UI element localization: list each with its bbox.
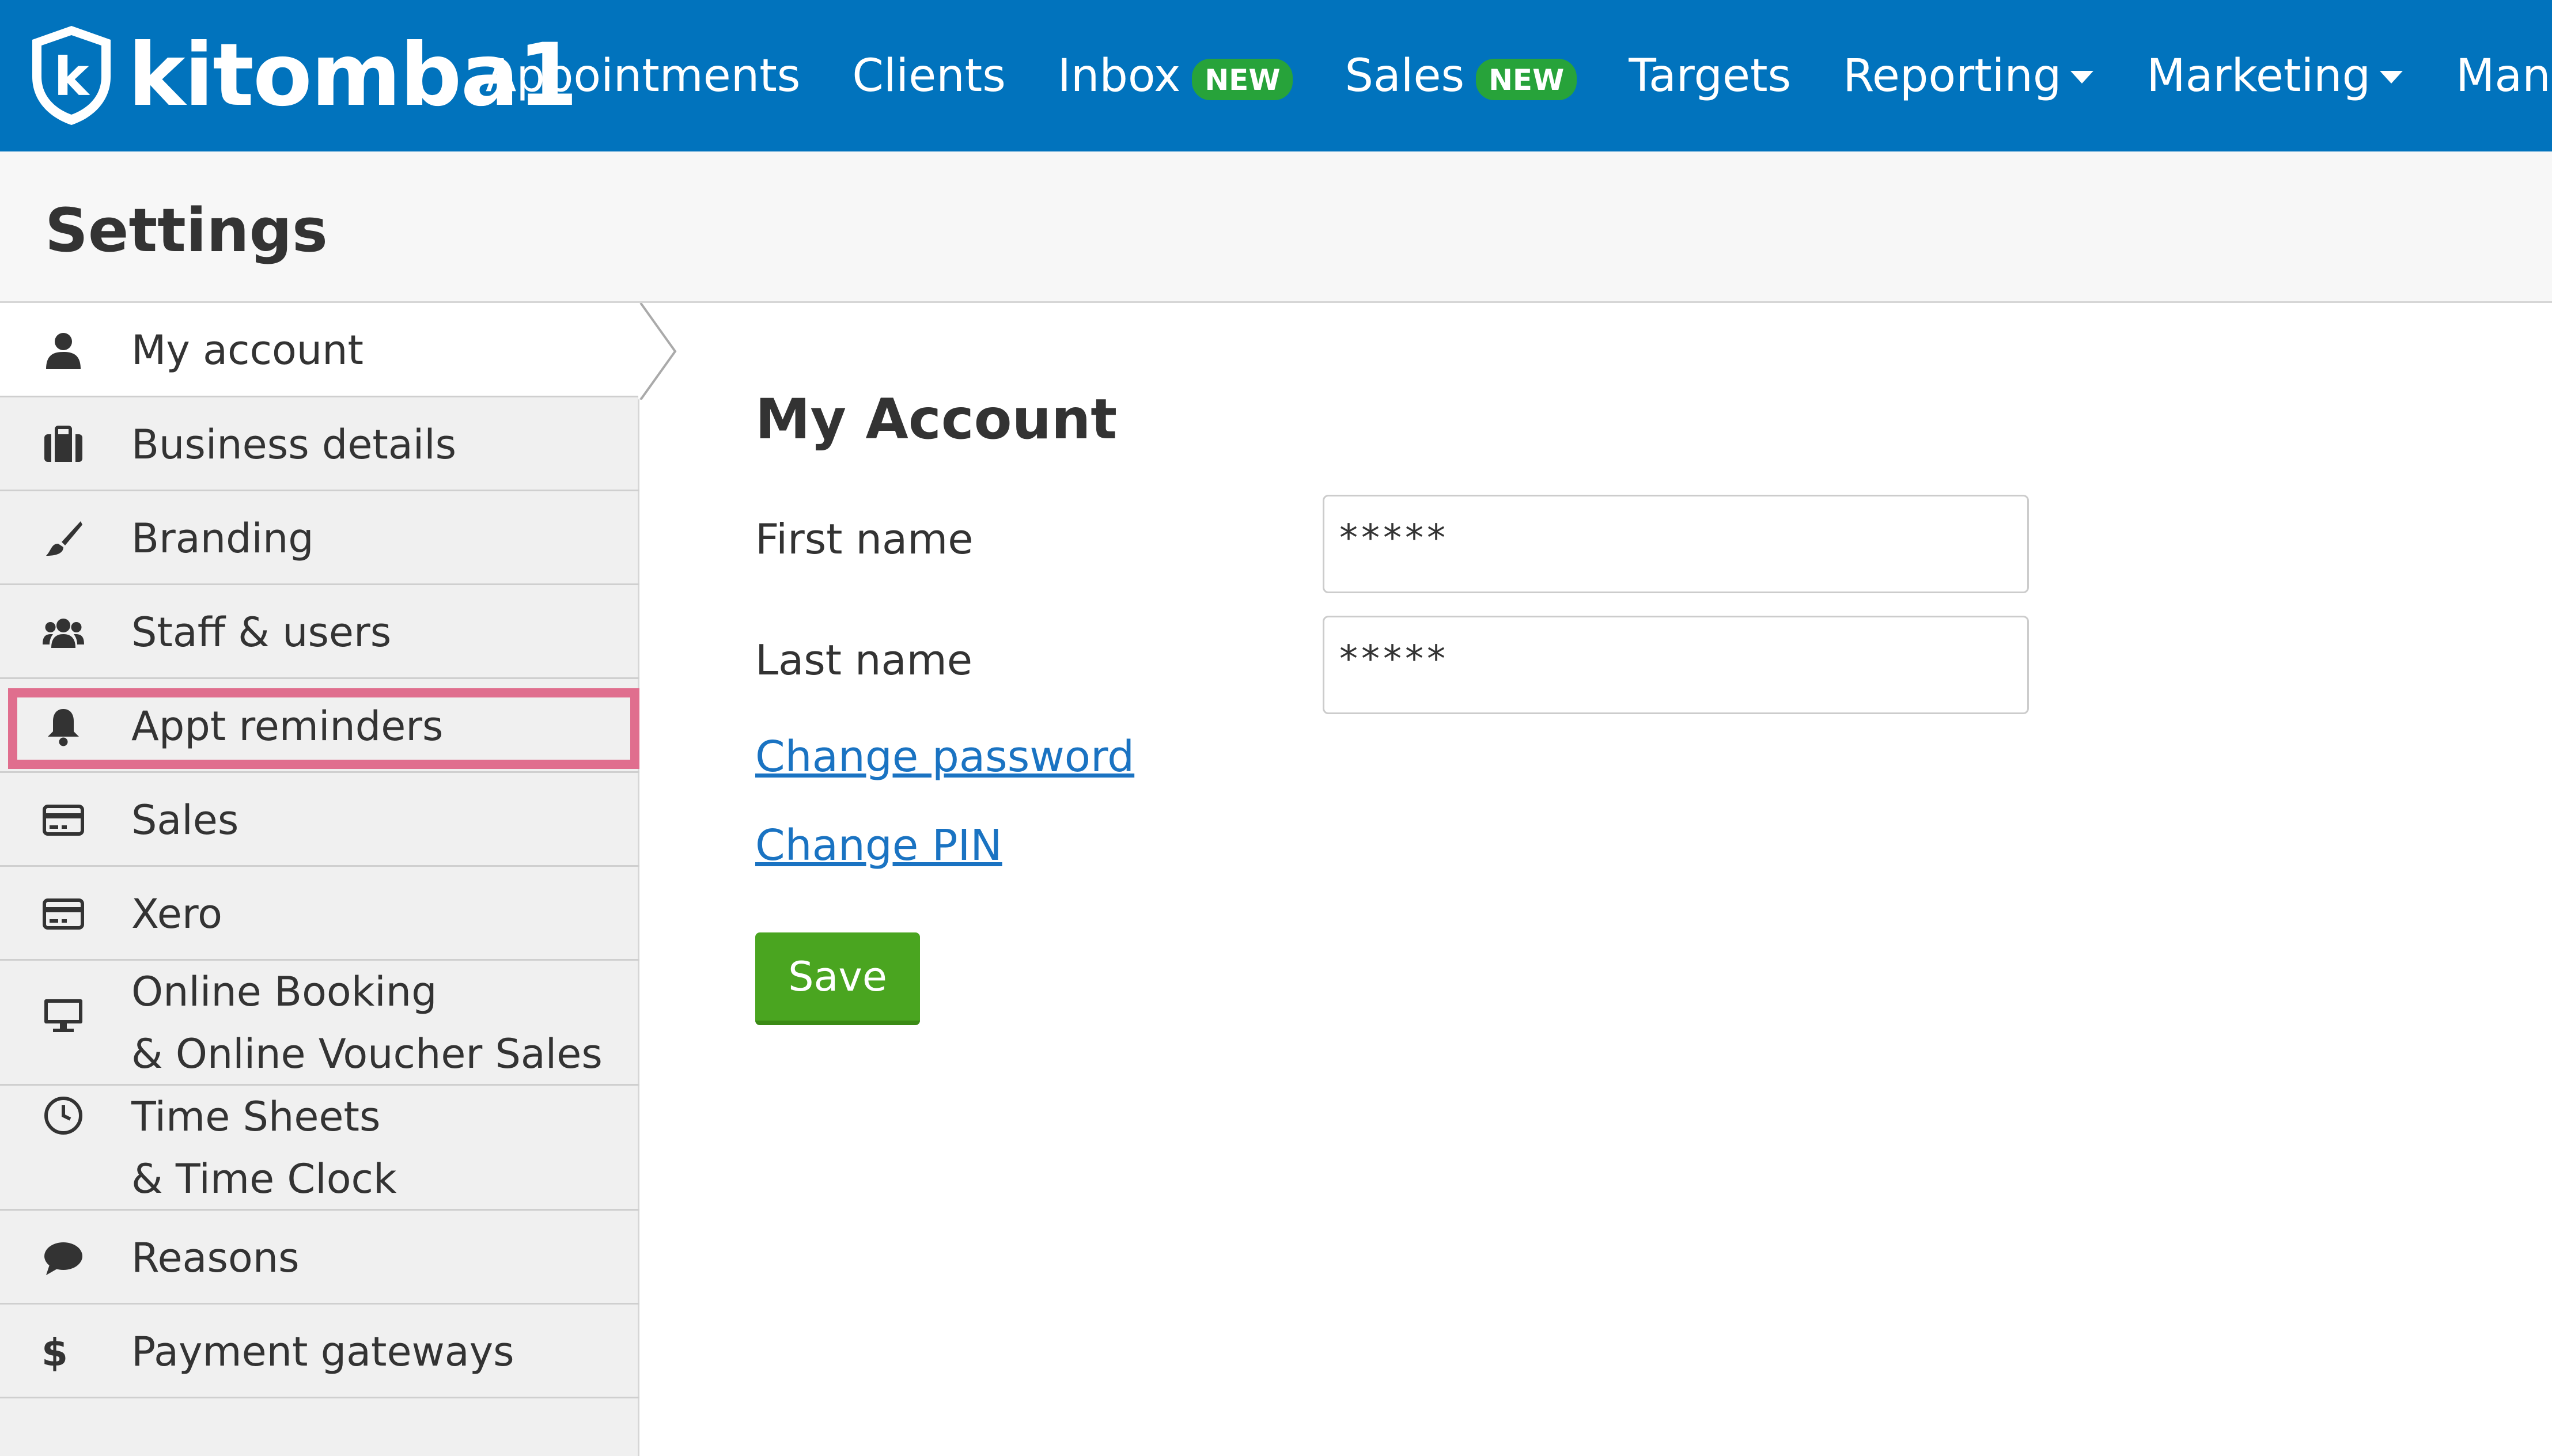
sidebar-item-my-account[interactable]: My account: [0, 303, 641, 397]
briefcase-icon: [40, 422, 86, 468]
users-icon: [40, 609, 86, 655]
comment-icon: [40, 1235, 86, 1281]
change-pin-link[interactable]: Change PIN: [755, 824, 1002, 867]
svg-text:k: k: [54, 46, 90, 108]
nav-label: Inbox: [1057, 50, 1181, 102]
sidebar-item-online-booking[interactable]: Online Booking & Online Voucher Sales: [0, 961, 639, 1086]
nav-marketing-dropdown[interactable]: Marketing: [2146, 54, 2404, 98]
desktop-icon: [40, 992, 86, 1038]
nav-inbox[interactable]: Inbox NEW: [1057, 50, 1293, 102]
sidebar-item-label: Online Booking: [131, 968, 437, 1015]
user-icon: [40, 327, 86, 373]
sidebar-item-label: Staff & users: [131, 609, 392, 656]
nav-clients[interactable]: Clients: [852, 54, 1005, 98]
top-navigation-bar: k kitomba1 Appointments Clients Inbox NE…: [0, 0, 2552, 151]
first-name-input[interactable]: *****: [1323, 495, 2029, 593]
bell-icon: [40, 703, 86, 749]
sidebar-item-label: Payment gateways: [131, 1328, 514, 1375]
sidebar-item-label: My account: [131, 327, 364, 374]
new-badge: NEW: [1476, 58, 1577, 100]
svg-text:$: $: [43, 1331, 68, 1372]
main-nav: Appointments Clients Inbox NEW Sales NEW…: [486, 0, 2552, 151]
form-title: My Account: [755, 387, 1118, 452]
sidebar-item-sublabel: & Time Clock: [131, 1155, 397, 1203]
sidebar-item-reasons[interactable]: Reasons: [0, 1211, 639, 1305]
sidebar-item-branding[interactable]: Branding: [0, 491, 639, 585]
nav-label: Clients: [852, 50, 1006, 102]
sidebar-item-sublabel: & Online Voucher Sales: [131, 1030, 603, 1078]
nav-label: Reporting: [1843, 50, 2062, 102]
credit-card-icon: [40, 891, 86, 937]
sidebar-item-time-sheets[interactable]: Time Sheets & Time Clock: [0, 1086, 639, 1211]
sidebar-item-label: Branding: [131, 515, 314, 562]
last-name-label: Last name: [755, 636, 973, 684]
first-name-label: First name: [755, 515, 974, 563]
caret-down-icon: [2380, 70, 2403, 84]
save-button[interactable]: Save: [755, 932, 920, 1025]
sidebar-item-business-details[interactable]: Business details: [0, 397, 639, 491]
clock-icon: [40, 1093, 86, 1139]
sidebar-item-appt-reminders[interactable]: Appt reminders: [0, 679, 639, 773]
active-item-arrow-icon: [638, 303, 677, 400]
nav-label: Manage: [2456, 50, 2552, 102]
nav-label: Targets: [1629, 50, 1792, 102]
caret-down-icon: [2070, 70, 2094, 84]
new-badge: NEW: [1192, 58, 1293, 100]
nav-manage-dropdown[interactable]: Manage: [2456, 54, 2552, 98]
sidebar-item-label: Sales: [131, 797, 239, 844]
nav-targets[interactable]: Targets: [1629, 54, 1791, 98]
paintbrush-icon: [40, 515, 86, 562]
settings-sidebar: My account Business details Branding Sta…: [0, 303, 641, 1456]
sidebar-item-label: Business details: [131, 421, 457, 468]
nav-label: Marketing: [2146, 50, 2371, 102]
nav-label: Sales: [1345, 50, 1465, 102]
sidebar-item-xero[interactable]: Xero: [0, 867, 639, 961]
nav-appointments[interactable]: Appointments: [486, 54, 800, 98]
sidebar-item-label: Time Sheets: [131, 1093, 381, 1140]
credit-card-icon: [40, 797, 86, 843]
sidebar-item-payment-gateways[interactable]: $ Payment gateways: [0, 1305, 639, 1398]
page-title: Settings: [45, 195, 328, 266]
sidebar-item-sales[interactable]: Sales: [0, 773, 639, 867]
nav-sales[interactable]: Sales NEW: [1345, 50, 1577, 102]
dollar-icon: $: [40, 1329, 86, 1375]
sidebar-item-staff-users[interactable]: Staff & users: [0, 585, 639, 679]
settings-header: Settings: [0, 151, 2552, 303]
nav-label: Appointments: [486, 50, 801, 102]
sidebar-item-label: Reasons: [131, 1234, 300, 1281]
change-password-link[interactable]: Change password: [755, 735, 1134, 778]
sidebar-item-label: Xero: [131, 890, 222, 938]
kitomba-shield-icon: k: [32, 26, 111, 125]
sidebar-item-label: Appt reminders: [131, 703, 444, 750]
last-name-input[interactable]: *****: [1323, 616, 2029, 714]
nav-reporting-dropdown[interactable]: Reporting: [1843, 54, 2095, 98]
